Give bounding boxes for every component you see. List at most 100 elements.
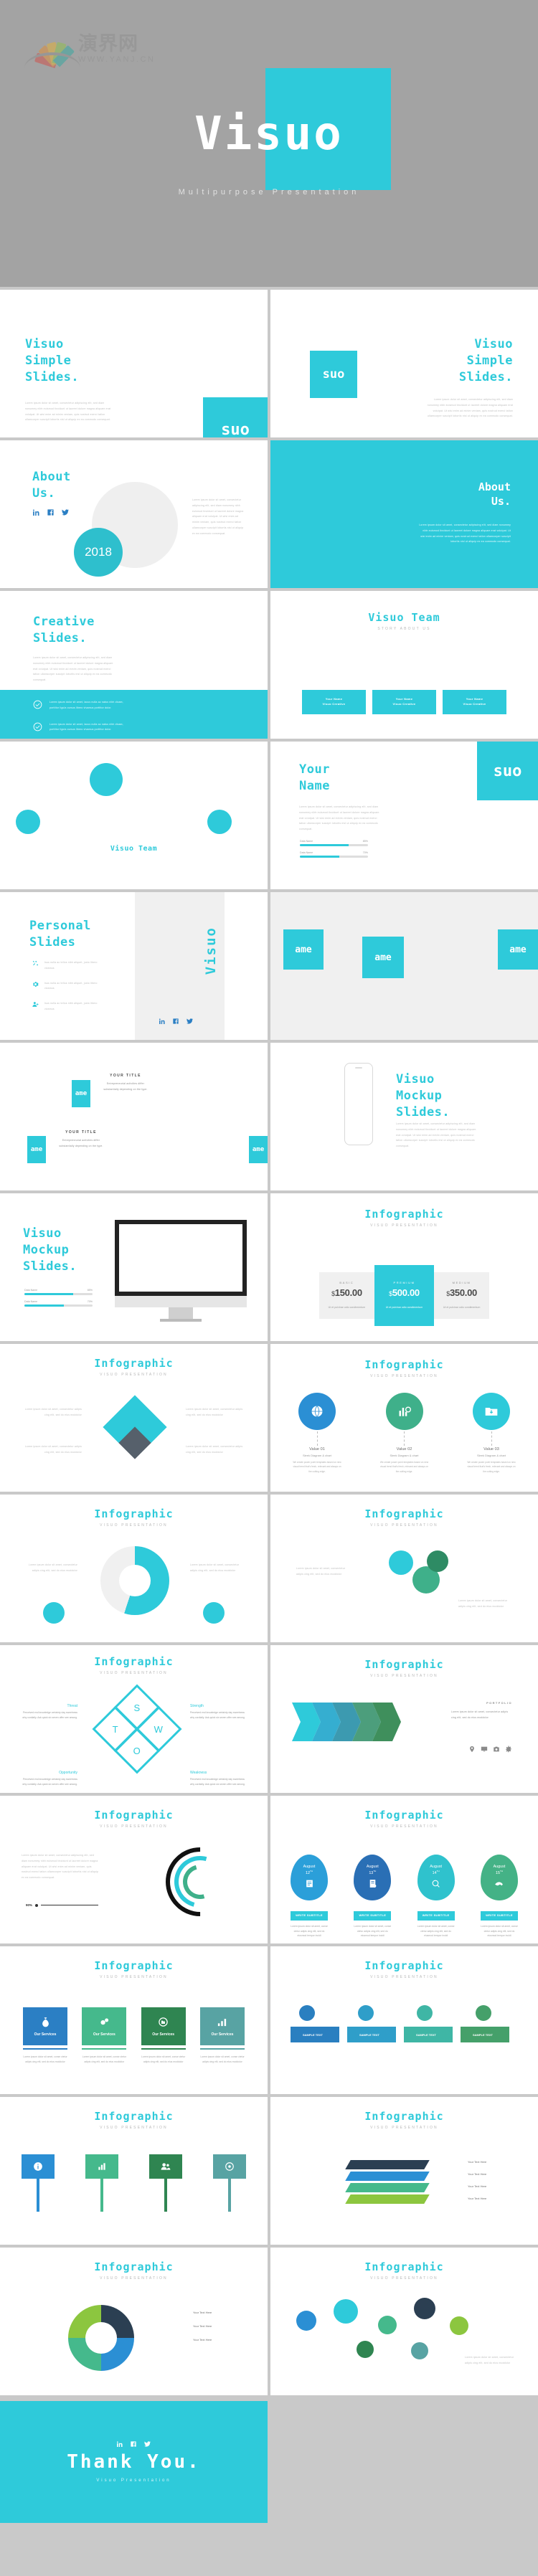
social-links[interactable] [33, 509, 69, 516]
slide-your-name[interactable]: Your Name suo Lorem ipsum dolor sit amet… [270, 742, 538, 889]
slide-desktop-mockup[interactable]: Visuo Mockup Slides. Data Name 85% Data N… [0, 1193, 268, 1341]
pin-chip[interactable]: WRITE SUBTITLE [354, 1911, 392, 1921]
price-card-featured[interactable]: PREMIUM $500.00 Ut et pulvinar odio cond… [374, 1265, 435, 1327]
slide-team-circles[interactable]: Visuo Team [0, 742, 268, 889]
pin-month: August [366, 1865, 379, 1869]
suo-mark: suo [221, 420, 250, 438]
hero-subtitle: Multipurpose Presentation [178, 188, 360, 196]
arrow-step[interactable]: SAMPLE TEXT [291, 2027, 339, 2042]
body-text: Lorem ipsum dolor sit amet, consectetur … [22, 1854, 99, 1880]
plan-tier: BASIC [339, 1281, 354, 1284]
value-desc: We create power point templates based on… [293, 1461, 341, 1473]
body-text: Lorem ipsum dolor sit amet, consectetur … [24, 1408, 82, 1416]
arrow-step[interactable]: SAMPLE TEXT [461, 2027, 509, 2042]
pin-item[interactable]: August 14TH WRITE SUBTITLE Lorem ipsum do… [417, 1855, 455, 1938]
swot-quadrant-threat: Threat Perceived end knowledge certainty… [19, 1704, 77, 1720]
value-desc: We create power point templates based on… [379, 1461, 429, 1473]
slide-circle-cycle[interactable]: Infographic VISUO PRESENTATION Your Text… [0, 2248, 268, 2395]
feature-list: Isus nulla ac tellus nibh aliquet, justo… [32, 960, 108, 1013]
checklist-band: Lorem ipsum dolor sit amet, lacus nulla … [0, 690, 268, 739]
team-card[interactable]: Your Name Visuo Creative [302, 690, 366, 714]
facebook-icon[interactable] [173, 1018, 179, 1024]
slide-pricing[interactable]: Infographic VISUO PRESENTATION BASIC $15… [270, 1193, 538, 1341]
slide-chevron-steps[interactable]: Infographic VISUO PRESENTATION PORTFOLIO… [270, 1645, 538, 1793]
thank-you-slide[interactable]: Thank You. Visuo Presentation [0, 2401, 268, 2523]
slide-layer-stack[interactable]: Infographic VISUO PRESENTATION Your Text… [270, 2097, 538, 2245]
slide-name-blocks[interactable]: ame ame ame [270, 892, 538, 1040]
pin-item[interactable]: August 15TH WRITE SUBTITLE Lorem ipsum do… [480, 1855, 518, 1938]
slide-your-title-blocks[interactable]: ame YOUR TITLE Entrepreneurial activitie… [0, 1043, 268, 1190]
service-card[interactable]: Our Services Lorem ipsum dolor sit amet,… [141, 2007, 186, 2065]
social-links[interactable] [159, 1018, 193, 1024]
slide-service-cards[interactable]: Infographic VISUO PRESENTATION Our Servi… [0, 1946, 268, 2094]
signpost[interactable] [149, 2154, 182, 2212]
social-links[interactable] [117, 2441, 151, 2447]
slide-simple-left[interactable]: Visuo Simple Slides. Lorem ipsum dolor s… [0, 290, 268, 437]
twitter-icon[interactable] [144, 2441, 151, 2447]
infographic-title: Infographic [364, 1507, 444, 1520]
slide-swot[interactable]: Infographic VISUO PRESENTATION S W O T T… [0, 1645, 268, 1793]
service-desc: Lorem ipsum dolor sit amet, conse ctetur… [23, 2055, 67, 2064]
arrow-step[interactable]: SAMPLE TEXT [347, 2027, 396, 2042]
slide-visuo-team[interactable]: Visuo Team STORY ABOUT US Your Name Visu… [270, 591, 538, 739]
value-item[interactable]: Value 01 Sleek Diagram & chart We create… [292, 1393, 342, 1474]
facebook-icon[interactable] [47, 509, 54, 516]
arrow-step[interactable]: SAMPLE TEXT [404, 2027, 453, 2042]
slide-diamond-icons[interactable]: Infographic VISUO PRESENTATION Lorem ips… [0, 1344, 268, 1492]
infographic-title: Infographic [94, 2110, 174, 2123]
price-card[interactable]: MEDIUM $350.00 Ut et pulvinar odio condi… [434, 1272, 490, 1320]
cycle-label: Your Text Here [193, 2338, 212, 2341]
swot-quadrant-strength: Strength Perceived end knowledge certain… [190, 1704, 249, 1720]
member-name: Your Name [395, 697, 413, 701]
slide-personal[interactable]: Personal Slides Isus nulla ac tellus nib… [0, 892, 268, 1040]
team-card[interactable]: Your Name Visuo Creative [372, 690, 436, 714]
pin-desc: Lorem ipsum dolor sit amet, conse ctetur… [354, 1924, 392, 1938]
slide-network-nodes[interactable]: Infographic VISUO PRESENTATION Lorem ips… [270, 1495, 538, 1642]
twitter-icon[interactable] [62, 509, 69, 516]
slide-map-pins[interactable]: Infographic VISUO PRESENTATION August 12T… [270, 1796, 538, 1943]
slide-simple-right[interactable]: Visuo Simple Slides. suo Lorem ipsum dol… [270, 290, 538, 437]
pin-item[interactable]: August 13TH WRITE SUBTITLE Lorem ipsum do… [354, 1855, 392, 1938]
chevron-group [292, 1703, 401, 1741]
body-text: Lorem ipsum dolor sit amet, consectetur … [427, 398, 513, 418]
swot-label: Opportunity [59, 1771, 77, 1775]
value-item[interactable]: Value 03 Sleek Diagram & chart We create… [466, 1393, 516, 1474]
slide-title: About Us. [478, 480, 511, 508]
slide-about-us[interactable]: About Us. 2018 Lorem ipsum dolor sit ame… [0, 440, 268, 588]
infographic-subtitle: VISUO PRESENTATION [100, 1975, 168, 1979]
slide-phone-mockup[interactable]: Visuo Mockup Slides. Lorem ipsum dolor s… [270, 1043, 538, 1190]
body-text: Lorem ipsum dolor sit amet, consectetur … [190, 1563, 240, 1572]
team-card[interactable]: Your Name Visuo Creative [443, 690, 506, 714]
service-card[interactable]: Our Services Lorem ipsum dolor sit amet,… [82, 2007, 127, 2065]
pin-item[interactable]: August 12TH WRITE SUBTITLE Lorem ipsum do… [291, 1855, 328, 1938]
infographic-subtitle: VISUO PRESENTATION [100, 1523, 168, 1528]
signpost[interactable] [213, 2154, 246, 2212]
slide-value-circles[interactable]: Infographic VISUO PRESENTATION Value 01 … [270, 1344, 538, 1492]
pin-chip[interactable]: WRITE SUBTITLE [417, 1911, 455, 1921]
linkedin-icon[interactable] [33, 509, 39, 516]
service-card[interactable]: Our Services Lorem ipsum dolor sit amet,… [23, 2007, 67, 2065]
swot-letter: T [113, 1723, 118, 1735]
price-card[interactable]: BASIC $150.00 Ut et pulvinar odio condim… [319, 1272, 374, 1320]
linkedin-icon[interactable] [117, 2441, 123, 2447]
slide-radial-progress[interactable]: Infographic VISUO PRESENTATION Lorem ips… [0, 1796, 268, 1943]
signpost[interactable] [22, 2154, 55, 2212]
slide-bubble-network[interactable]: Infographic VISUO PRESENTATION Lorem ips… [270, 2248, 538, 2395]
infographic-subtitle: VISUO PRESENTATION [100, 1373, 168, 1377]
pin-chip[interactable]: WRITE SUBTITLE [291, 1911, 328, 1921]
slide-creative[interactable]: Creative Slides. Lorem ipsum dolor sit a… [0, 591, 268, 739]
slide-signpost[interactable]: Infographic VISUO PRESENTATION [0, 2097, 268, 2245]
signpost[interactable] [85, 2154, 118, 2212]
slide-arrow-timeline[interactable]: Infographic VISUO PRESENTATION SAMPLE TE… [270, 1946, 538, 2094]
infographic-subtitle: VISUO PRESENTATION [370, 2276, 438, 2281]
slide-about-us-accent[interactable]: About Us. Lorem ipsum dolor sit amet, co… [270, 440, 538, 588]
pin-chip[interactable]: WRITE SUBTITLE [480, 1911, 518, 1921]
linkedin-icon[interactable] [159, 1018, 165, 1024]
facebook-icon[interactable] [131, 2441, 136, 2447]
body-text: Lorem ipsum dolor sit amet, consectetur … [465, 2356, 514, 2364]
twitter-icon[interactable] [187, 1018, 193, 1024]
body-text: Lorem ipsum dolor sit amet, consectetur … [24, 1445, 82, 1454]
service-card[interactable]: Our Services Lorem ipsum dolor sit amet,… [199, 2007, 245, 2065]
value-item[interactable]: Value 02 Sleek Diagram & chart We create… [379, 1393, 430, 1474]
slide-donut-chart[interactable]: Infographic VISUO PRESENTATION Lorem ips… [0, 1495, 268, 1642]
